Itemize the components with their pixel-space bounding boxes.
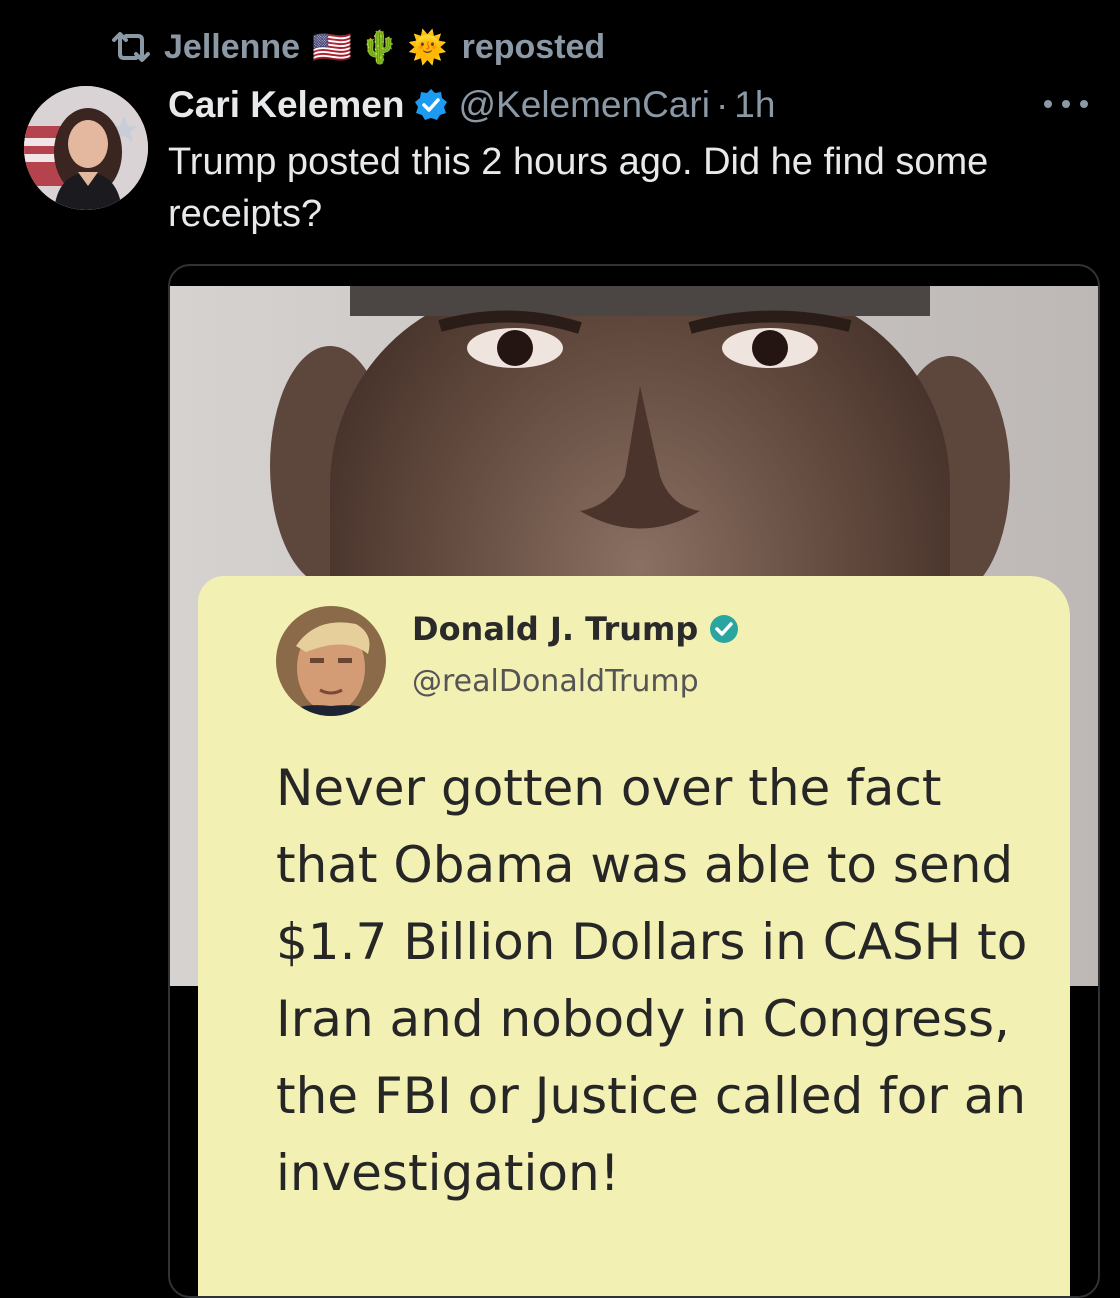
trump-display-name: Donald J. Trump <box>412 610 699 648</box>
post-text: Trump posted this 2 hours ago. Did he fi… <box>168 141 989 235</box>
trump-avatar <box>276 606 386 716</box>
trump-name-row: Donald J. Trump <box>412 610 740 648</box>
retweet-icon <box>112 32 150 62</box>
verified-badge-icon <box>414 89 447 120</box>
author-avatar-image <box>24 86 148 210</box>
author-display-name[interactable]: Cari Kelemen <box>168 84 405 126</box>
separator-dot: · <box>715 84 729 125</box>
author-handle[interactable]: @KelemenCari <box>459 84 710 126</box>
more-dot-icon <box>1062 100 1070 108</box>
author-avatar[interactable] <box>24 86 148 210</box>
trump-avatar-image <box>276 606 386 716</box>
embedded-tweet-card: Donald J. Trump @realDonaldTrump Never g… <box>198 576 1070 1296</box>
post-header: Cari Kelemen @KelemenCari · 1h <box>168 80 775 130</box>
reposted-label: reposted <box>461 27 606 66</box>
repost-indicator[interactable]: Jellenne 🇺🇸 🌵 🌞 reposted <box>108 24 605 70</box>
reposter-name[interactable]: Jellenne <box>164 28 300 67</box>
cactus-emoji: 🌵 <box>359 29 400 65</box>
trump-tweet-text: Never gotten over the fact that Obama wa… <box>276 759 1028 1202</box>
us-flag-emoji: 🇺🇸 <box>312 29 352 65</box>
sun-emoji: 🌞 <box>407 29 448 65</box>
more-dot-icon <box>1044 100 1052 108</box>
more-dot-icon <box>1080 100 1088 108</box>
more-options-button[interactable] <box>1044 92 1088 116</box>
post-timestamp[interactable]: 1h <box>734 84 775 126</box>
post-media[interactable]: Donald J. Trump @realDonaldTrump Never g… <box>168 264 1100 1298</box>
trump-handle: @realDonaldTrump <box>412 664 699 699</box>
trump-verified-icon <box>710 615 739 643</box>
